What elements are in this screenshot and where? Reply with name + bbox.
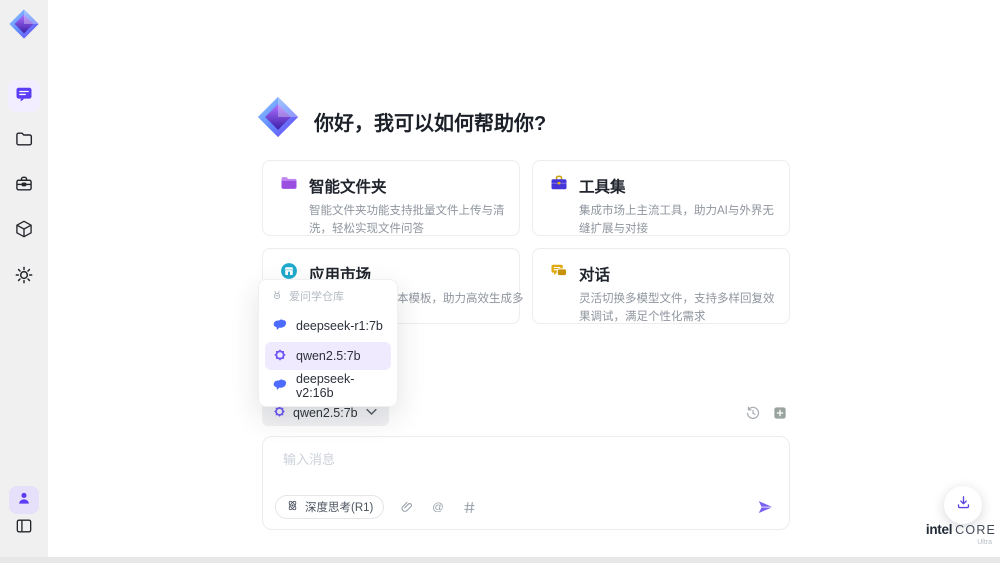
card-description: 灵活切换多模型文件，支持多样回复效果调试，满足个性化需求 (579, 293, 775, 323)
deep-think-label: 深度思考(R1) (305, 502, 374, 514)
qwen-icon (272, 347, 288, 366)
new-chat-plus-icon[interactable] (771, 404, 789, 422)
deepseek-icon (272, 377, 288, 396)
card-title: 智能文件夹 (309, 178, 387, 196)
download-icon (955, 494, 972, 516)
atom-icon (286, 499, 299, 515)
card-conversation[interactable]: 对话 灵活切换多模型文件，支持多样回复效果调试，满足个性化需求 (532, 248, 790, 324)
sidebar-item-models[interactable] (8, 215, 40, 247)
model-option-deepseek-r1[interactable]: deepseek-r1:7b (265, 312, 391, 340)
download-fab-button[interactable] (944, 486, 982, 524)
toolbox-icon (14, 174, 34, 199)
sidebar-item-chat[interactable] (8, 80, 40, 112)
chat-header-actions (744, 404, 789, 422)
card-smart-folder[interactable]: 智能文件夹 智能文件夹功能支持批量文件上传与清洗，轻松实现文件问答 (262, 160, 520, 236)
model-selector-value: qwen2.5:7b (293, 406, 358, 420)
settings-icon (14, 265, 34, 290)
briefcase-indigo-icon (549, 173, 569, 198)
intel-sub-text: Ultra (977, 538, 992, 546)
svg-text:@: @ (433, 501, 445, 513)
deepseek-icon (272, 317, 288, 336)
model-option-label: deepseek-r1:7b (296, 319, 383, 333)
model-dropdown-header-label: 爱问学仓库 (289, 291, 344, 303)
chat-icon (14, 84, 34, 109)
card-description: 智能文件夹功能支持批量文件上传与清洗，轻松实现文件问答 (309, 205, 505, 235)
panel-toggle-icon (14, 516, 34, 541)
intel-core-badge: intel CORE Ultra (920, 521, 1000, 546)
intel-product-text: CORE (955, 523, 997, 537)
sidebar (0, 0, 48, 563)
card-toolset[interactable]: 工具集 集成市场上主流工具，助力AI与外界无缝扩展与对接 (532, 160, 790, 236)
composer-icons: @ (398, 498, 478, 516)
sidebar-item-panel-toggle[interactable] (12, 516, 36, 540)
card-title: 对话 (579, 266, 611, 284)
model-option-label: qwen2.5:7b (296, 349, 361, 363)
paperclip-icon[interactable] (398, 498, 416, 516)
bottom-edge-strip (0, 557, 1000, 563)
greeting-title: 你好，我可以如何帮助你? (314, 113, 547, 135)
composer-toolbar: 深度思考(R1) @ (275, 494, 777, 520)
message-composer: 深度思考(R1) @ (262, 436, 790, 530)
at-icon[interactable]: @ (429, 498, 447, 516)
model-option-label: deepseek-v2:16b (296, 372, 355, 400)
model-option-deepseek-v2[interactable]: deepseek-v2:16b (265, 372, 391, 400)
model-dropdown: 爱问学仓库 deepseek-r1:7b qwen2.5:7b deepseek… (258, 279, 398, 407)
app-window: 你好，我可以如何帮助你? 智能文件夹 智能文件夹功能支持批量文件上传与清洗，轻松… (0, 0, 1000, 563)
profile-icon (15, 489, 33, 512)
models-cube-icon (14, 219, 34, 244)
app-logo-icon (8, 8, 40, 40)
model-option-qwen[interactable]: qwen2.5:7b (265, 342, 391, 370)
message-input[interactable] (281, 447, 773, 479)
folder-purple-icon (279, 173, 299, 198)
chat-gold-icon (549, 261, 569, 286)
intel-brand-text: intel (925, 522, 953, 537)
card-description: 集成市场上主流工具，助力AI与外界无缝扩展与对接 (579, 205, 774, 235)
history-icon[interactable] (744, 404, 762, 422)
model-dropdown-header: 爱问学仓库 (265, 286, 391, 310)
sidebar-item-profile[interactable] (9, 486, 39, 514)
folder-icon (14, 129, 34, 154)
sidebar-item-toolbox[interactable] (8, 170, 40, 202)
sidebar-item-settings[interactable] (8, 261, 40, 293)
grid-icon[interactable] (460, 498, 478, 516)
card-title: 工具集 (579, 178, 626, 196)
sidebar-item-folders[interactable] (8, 125, 40, 157)
llama-icon (271, 289, 283, 304)
deep-think-button[interactable]: 深度思考(R1) (275, 495, 385, 519)
hero-logo-icon (256, 95, 300, 139)
send-button[interactable] (753, 495, 777, 519)
